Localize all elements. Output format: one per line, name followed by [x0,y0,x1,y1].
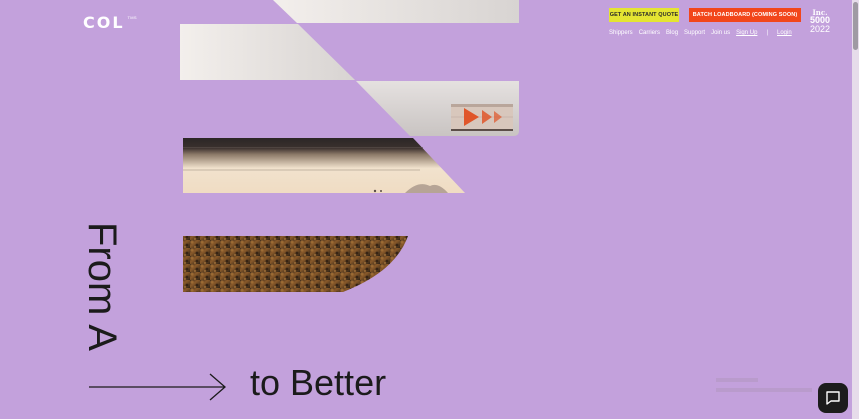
page-scrollbar[interactable] [852,0,859,419]
trailer-image [451,104,513,131]
nav-separator: | [766,30,768,36]
main-nav: Shippers Carriers Blog Support Join us S… [609,30,798,36]
hero-headline: to Better [250,362,387,403]
hero-strip-5 [183,236,408,292]
nav-sign-up[interactable]: Sign Up [736,30,757,36]
nav-blog[interactable]: Blog [666,30,678,36]
nav-join-us[interactable]: Join us [711,30,730,36]
scrollbar-thumb[interactable] [853,2,858,50]
brand-logo-sup: TMS [127,15,137,20]
arrow-right-icon [89,373,226,401]
brand-logo-text: COL [83,13,125,32]
chat-bubble-icon [826,391,840,405]
nav-support[interactable]: Support [684,30,705,36]
hero-vertical-text: From A [80,222,124,351]
hero-strip-2 [180,24,355,80]
hero-strip-1 [273,0,519,23]
brand-logo[interactable]: COL TMS [83,13,137,33]
hero-vertical-headline: From A [80,222,128,370]
hero-graphic [180,0,519,292]
nav-shippers[interactable]: Shippers [609,30,633,36]
instant-quote-button[interactable]: GET AN INSTANT QUOTE [609,8,679,22]
chat-button[interactable] [818,383,848,413]
faded-overlay-text [716,378,812,392]
nav-login[interactable]: Login [777,30,792,36]
inc-5000-badge: Inc. 5000 2022 [806,9,834,34]
inc-badge-line3: 2022 [809,24,831,34]
batch-loadboard-button[interactable]: BATCH LOADBOARD (COMING SOON) [689,8,801,22]
nav-carriers[interactable]: Carriers [639,30,660,36]
page: COL TMS GET AN INSTANT QUOTE BATCH LOADB… [0,0,859,419]
